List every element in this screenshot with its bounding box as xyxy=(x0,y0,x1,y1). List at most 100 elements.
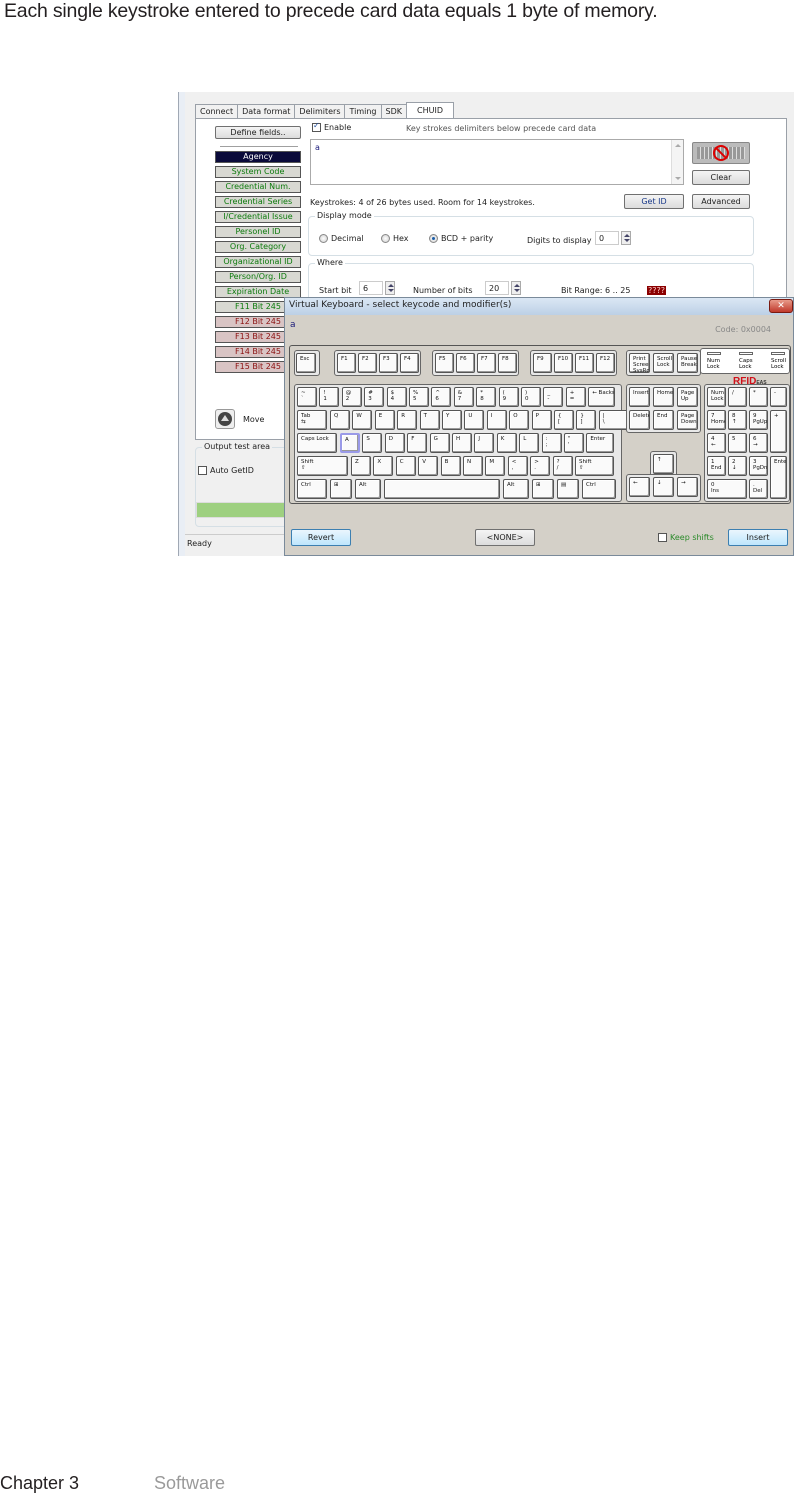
key-enter[interactable]: Enter xyxy=(586,433,614,453)
key-row4[interactable]: ? / xyxy=(552,456,573,476)
key-row1[interactable]: # 3 xyxy=(364,387,385,407)
key-row2[interactable]: Y xyxy=(442,410,462,430)
spinner-arrows-icon[interactable] xyxy=(511,281,521,295)
field-item[interactable]: I/Credential Issue xyxy=(215,211,301,223)
num-bits-value[interactable]: 20 xyxy=(485,281,509,295)
key-nav[interactable]: Home xyxy=(653,387,674,407)
key-row2[interactable]: I xyxy=(486,410,507,430)
key-row3[interactable]: H xyxy=(452,433,472,453)
key-row4[interactable]: M xyxy=(485,456,506,476)
key-numpad[interactable]: Enter xyxy=(770,456,787,499)
key-row4[interactable]: N xyxy=(463,456,483,476)
key-system[interactable]: Scroll Lock xyxy=(653,353,674,373)
key-row2[interactable]: T xyxy=(419,410,440,430)
enable-checkbox[interactable]: Enable xyxy=(312,121,351,132)
field-item[interactable]: Credential Num. xyxy=(215,181,301,193)
move-up-button[interactable] xyxy=(215,409,235,429)
spinner-arrows-icon[interactable] xyxy=(621,231,631,245)
insert-button[interactable]: Insert xyxy=(728,529,788,546)
get-id-button[interactable]: Get ID xyxy=(624,194,684,209)
key-f8[interactable]: F8 xyxy=(498,353,517,373)
key-numpad[interactable]: 5 xyxy=(728,433,747,453)
key-row4[interactable]: C xyxy=(395,456,416,476)
field-item[interactable]: Credential Series xyxy=(215,196,301,208)
tab-sdk[interactable]: SDK xyxy=(380,104,407,119)
keep-shifts-checkbox[interactable]: Keep shifts xyxy=(658,533,714,542)
key-row4[interactable]: < , xyxy=(507,456,528,476)
key-row1[interactable]: + = xyxy=(565,387,586,407)
key-row1[interactable]: $ 4 xyxy=(386,387,407,407)
start-bit-value[interactable]: 6 xyxy=(359,281,383,295)
key-esc[interactable]: Esc xyxy=(296,353,316,373)
key-row3[interactable]: S xyxy=(362,433,383,453)
key-row1[interactable]: ! 1 xyxy=(319,387,340,407)
key-arrow-up[interactable]: ↑ xyxy=(653,454,674,474)
none-button[interactable]: <NONE> xyxy=(475,529,535,546)
tab-connect[interactable]: Connect xyxy=(195,104,239,119)
key-row1[interactable]: ^ 6 xyxy=(431,387,452,407)
key-numpad[interactable]: Num Lock xyxy=(707,387,726,407)
key-numpad[interactable]: 0 Ins xyxy=(707,479,747,499)
key-row2[interactable]: } ] xyxy=(576,410,597,430)
key-row3[interactable]: : ; xyxy=(541,433,562,453)
key-row4[interactable]: > . xyxy=(530,456,551,476)
key-numpad[interactable]: 4 ← xyxy=(707,433,726,453)
key-f6[interactable]: F6 xyxy=(456,353,475,373)
field-item[interactable]: Personel ID xyxy=(215,226,301,238)
key-numpad[interactable]: 6 → xyxy=(749,433,768,453)
key-ctrl-right[interactable]: Ctrl xyxy=(582,479,616,499)
revert-button[interactable]: Revert xyxy=(291,529,351,546)
radio-decimal[interactable]: Decimal xyxy=(319,234,364,243)
key-row3[interactable]: A xyxy=(340,433,360,453)
key-row2[interactable]: W xyxy=(352,410,373,430)
keystrokes-scrollbar[interactable] xyxy=(671,140,683,184)
key-row4[interactable]: B xyxy=(440,456,461,476)
key-numpad[interactable]: - xyxy=(770,387,787,407)
field-item[interactable]: Organizational ID xyxy=(215,256,301,268)
key-row1[interactable]: & 7 xyxy=(453,387,474,407)
keystrokes-input[interactable]: a xyxy=(310,139,684,185)
key-nav[interactable]: Delete xyxy=(629,410,650,430)
key-numpad[interactable]: 9 PgUp xyxy=(749,410,768,430)
virtual-keyboard-button[interactable] xyxy=(692,142,750,164)
key-system[interactable]: Print Screen SysRq xyxy=(629,353,650,373)
advanced-button[interactable]: Advanced xyxy=(692,194,750,209)
key-numpad[interactable]: + xyxy=(770,410,787,453)
num-bits-spinner[interactable]: 20 xyxy=(485,281,521,295)
spinner-arrows-icon[interactable] xyxy=(385,281,395,295)
key-shift-left[interactable]: Shift ⇧ xyxy=(297,456,348,476)
key-row3[interactable]: " ' xyxy=(564,433,584,453)
define-fields-button[interactable]: Define fields.. xyxy=(215,126,301,139)
key-caps-lock[interactable]: Caps Lock xyxy=(297,433,337,453)
clear-button[interactable]: Clear xyxy=(692,170,750,185)
key-ctrl-left[interactable]: Ctrl xyxy=(297,479,327,499)
key-row3[interactable]: F xyxy=(407,433,428,453)
key-row4[interactable]: X xyxy=(373,456,394,476)
tab-chuid[interactable]: CHUID xyxy=(406,102,454,119)
key-row2[interactable]: U xyxy=(464,410,485,430)
digits-value[interactable]: 0 xyxy=(595,231,619,245)
key-win-left[interactable]: ⊞ xyxy=(330,479,352,499)
key-nav[interactable]: Page Down xyxy=(677,410,698,430)
tab-timing[interactable]: Timing xyxy=(344,104,382,119)
key-arrow[interactable]: → xyxy=(677,477,698,497)
key-f10[interactable]: F10 xyxy=(554,353,573,373)
key-row2[interactable]: Q xyxy=(330,410,350,430)
key-numpad[interactable]: 8 ↑ xyxy=(728,410,747,430)
key-row4[interactable]: V xyxy=(418,456,439,476)
key-alt-right[interactable]: Alt xyxy=(503,479,529,499)
auto-getid-checkbox[interactable]: Auto GetID xyxy=(198,466,254,475)
tab-data-format[interactable]: Data format xyxy=(237,104,296,119)
key-nav[interactable]: Insert xyxy=(629,387,650,407)
key-row3[interactable]: G xyxy=(429,433,450,453)
key-f9[interactable]: F9 xyxy=(533,353,552,373)
key-row3[interactable]: K xyxy=(496,433,517,453)
key-numpad[interactable]: 1 End xyxy=(707,456,726,476)
key-shift-right[interactable]: Shift ⇧ xyxy=(575,456,614,476)
key-f1[interactable]: F1 xyxy=(337,353,356,373)
radio-hex[interactable]: Hex xyxy=(381,234,409,243)
key-f11[interactable]: F11 xyxy=(575,353,594,373)
key-row3[interactable]: D xyxy=(384,433,405,453)
key-row2[interactable]: O xyxy=(509,410,530,430)
key-numpad[interactable]: 7 Home xyxy=(707,410,726,430)
